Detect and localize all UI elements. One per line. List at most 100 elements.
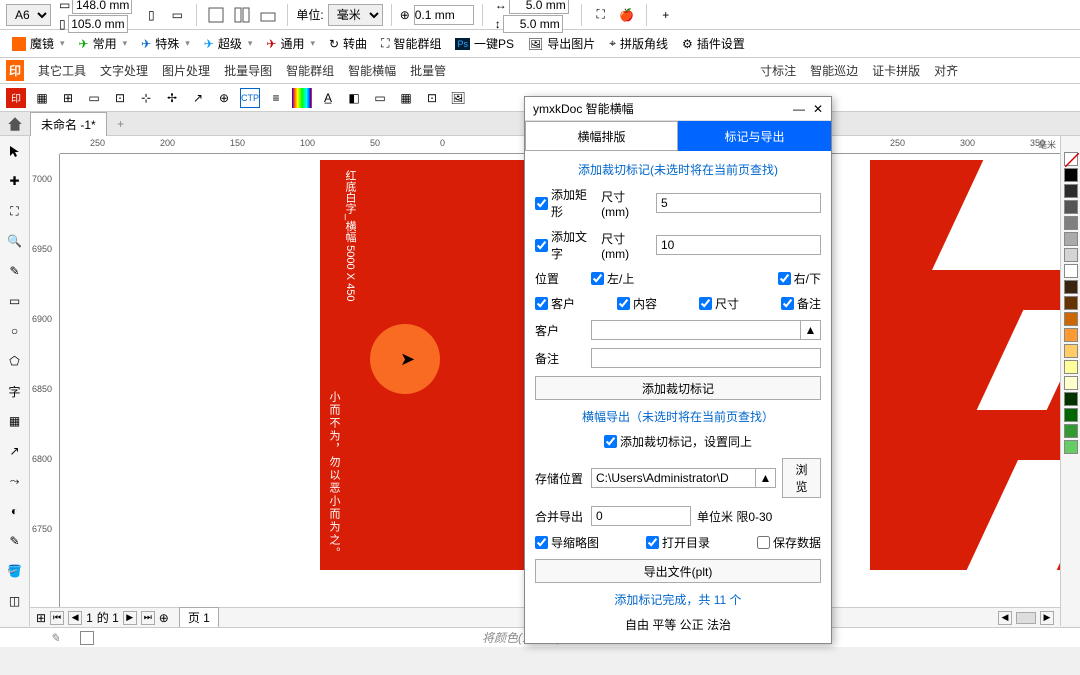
swatch-icon[interactable]	[80, 631, 94, 645]
submenu-item[interactable]: 图片处理	[162, 62, 210, 79]
right-bottom-checkbox[interactable]: 右/下	[778, 270, 821, 287]
rect-size-input[interactable]	[656, 193, 821, 213]
submenu-item[interactable]: 智能巡边	[810, 62, 858, 79]
connector-tool[interactable]: ⤳	[4, 470, 26, 492]
nudge-input[interactable]	[414, 5, 474, 25]
no-fill-swatch[interactable]	[1064, 152, 1078, 166]
menu-zhuanqu[interactable]: ↻转曲	[323, 32, 373, 55]
banner-object-right[interactable]	[870, 160, 1060, 570]
save-data-checkbox[interactable]: 保存数据	[757, 534, 821, 551]
tool-icon[interactable]: ◧	[344, 88, 364, 108]
menu-chajian[interactable]: ⚙插件设置	[676, 32, 751, 55]
menu-mojing[interactable]: 魔镜▾	[6, 32, 71, 55]
remark-input[interactable]	[591, 348, 821, 368]
crop-tool[interactable]: ⛶	[4, 200, 26, 222]
menu-pinban[interactable]: ⌖拼版角线	[603, 32, 674, 55]
color-swatch[interactable]	[1064, 200, 1078, 214]
tool-icon[interactable]: ⊞	[58, 88, 78, 108]
dialog-titlebar[interactable]: ymxkDoc 智能横幅 — ✕	[525, 97, 831, 121]
tool-icon[interactable]: ⊡	[422, 88, 442, 108]
export-thumb-checkbox[interactable]: 导缩略图	[535, 534, 599, 551]
color-swatch[interactable]	[1064, 216, 1078, 230]
open-dir-checkbox[interactable]: 打开目录	[646, 534, 710, 551]
polygon-tool[interactable]: ⬠	[4, 350, 26, 372]
last-page-button[interactable]: ⏭	[141, 611, 155, 625]
page-tab[interactable]: 页 1	[179, 607, 219, 628]
submenu-item[interactable]: 证卡拼版	[872, 62, 920, 79]
tool-icon[interactable]: CTP	[240, 88, 260, 108]
text-tool[interactable]: 字	[4, 380, 26, 402]
crop-icon[interactable]: ⛶	[590, 4, 612, 26]
yin-icon[interactable]: 印	[6, 60, 24, 81]
color-swatch[interactable]	[1064, 440, 1078, 454]
tool-icon[interactable]: 🖼	[448, 88, 468, 108]
tool-icon[interactable]: ✢	[162, 88, 182, 108]
fill-tool[interactable]: 🪣	[4, 560, 26, 582]
add-page-icon[interactable]: ⊕	[159, 611, 169, 625]
tool-icon[interactable]: ↗	[188, 88, 208, 108]
apple-icon[interactable]: 🍎	[616, 4, 638, 26]
export-link[interactable]: 横幅导出（未选时将在当前页查找）	[535, 404, 821, 429]
yin2-icon[interactable]: 印	[6, 88, 26, 108]
color-swatch[interactable]	[1064, 312, 1078, 326]
tool-icon[interactable]: ⊡	[110, 88, 130, 108]
color-swatch[interactable]	[1064, 424, 1078, 438]
color-swatch[interactable]	[1064, 328, 1078, 342]
color-swatch[interactable]	[1064, 264, 1078, 278]
minimize-icon[interactable]: —	[793, 102, 805, 116]
page-preset-select[interactable]: A6	[6, 4, 51, 26]
tool-icon[interactable]: ⊕	[214, 88, 234, 108]
add-marks-same-checkbox[interactable]: 添加裁切标记，设置同上	[604, 433, 752, 450]
submenu-item[interactable]: 文字处理	[100, 62, 148, 79]
page-height-input[interactable]	[68, 15, 128, 33]
size-checkbox[interactable]: 尺寸	[699, 295, 739, 312]
tool-icon[interactable]: ≡	[266, 88, 286, 108]
menu-tongyong[interactable]: ✈通用▾	[260, 32, 321, 55]
color-swatch[interactable]	[1064, 280, 1078, 294]
eyedropper-tool[interactable]: ✎	[4, 530, 26, 552]
menu-yijianps[interactable]: Ps一键PS	[449, 32, 520, 55]
text-size-input[interactable]	[656, 235, 821, 255]
pick-tool[interactable]	[4, 140, 26, 162]
next-page-button[interactable]: ▶	[123, 611, 137, 625]
dup-x-input[interactable]	[509, 0, 569, 14]
submenu-item[interactable]: 对齐	[934, 62, 958, 79]
color-swatch[interactable]	[1064, 408, 1078, 422]
content-checkbox[interactable]: 内容	[617, 295, 657, 312]
color-swatch[interactable]	[1064, 344, 1078, 358]
tool-icon[interactable]	[292, 88, 312, 108]
customer-combo[interactable]: ▲	[591, 320, 821, 340]
page-plus-icon[interactable]: ⊞	[36, 611, 46, 625]
tool-icon[interactable]: ▭	[370, 88, 390, 108]
layout-icon-2[interactable]	[231, 4, 253, 26]
tool-icon[interactable]: ▦	[396, 88, 416, 108]
color-swatch[interactable]	[1064, 376, 1078, 390]
customer-checkbox[interactable]: 客户	[535, 295, 575, 312]
submenu-item[interactable]: 批量导图	[224, 62, 272, 79]
close-icon[interactable]: ✕	[813, 102, 823, 116]
left-top-checkbox[interactable]: 左/上	[591, 270, 634, 287]
remark-checkbox[interactable]: 备注	[781, 295, 821, 312]
submenu-item[interactable]: 批量管	[410, 62, 446, 79]
color-swatch[interactable]	[1064, 232, 1078, 246]
add-marks-button[interactable]: 添加裁切标记	[535, 376, 821, 400]
landscape-icon[interactable]: ▭	[166, 4, 188, 26]
tab-layout[interactable]: 横幅排版	[525, 121, 678, 151]
document-tab[interactable]: 未命名 -1*	[30, 112, 107, 136]
dup-y-input[interactable]	[503, 15, 563, 33]
home-icon[interactable]	[6, 115, 24, 133]
prev-page-button[interactable]: ◀	[68, 611, 82, 625]
color-swatch[interactable]	[1064, 392, 1078, 406]
submenu-item[interactable]: 智能群组	[286, 62, 334, 79]
submenu-item[interactable]: 其它工具	[38, 62, 86, 79]
scrollbar-track[interactable]	[1016, 612, 1036, 624]
plus-icon[interactable]: +	[655, 4, 677, 26]
first-page-button[interactable]: ⏮	[50, 611, 64, 625]
merge-value-input[interactable]	[591, 506, 691, 526]
submenu-item[interactable]: 寸标注	[760, 62, 796, 79]
eyedropper-icon[interactable]: ✎	[50, 631, 60, 645]
portrait-icon[interactable]: ▯	[140, 4, 162, 26]
dimension-tool[interactable]: ↗	[4, 440, 26, 462]
add-tab-button[interactable]: +	[111, 114, 131, 134]
menu-zhineng[interactable]: ⛶智能群组	[375, 32, 447, 55]
